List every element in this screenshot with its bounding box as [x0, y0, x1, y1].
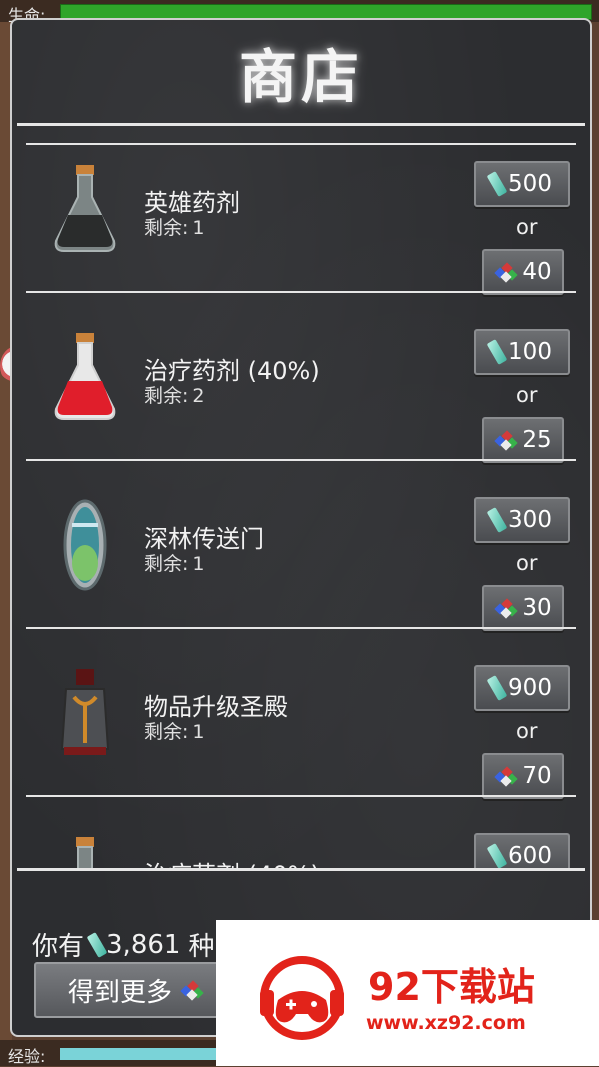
buy-crystal-button[interactable]: 300: [474, 497, 570, 543]
shop-item: 治疗药剂 (40%) 600: [12, 803, 590, 868]
gems-icon: [494, 766, 519, 787]
crystal-icon: [486, 339, 508, 365]
buy-gem-button[interactable]: 30: [482, 585, 564, 631]
buy-gem-button[interactable]: 70: [482, 753, 564, 799]
exp-bar: [60, 1048, 220, 1060]
black-potion-flask-icon: [54, 165, 116, 252]
gem-price: 25: [522, 427, 552, 453]
remaining-count: 2: [192, 385, 205, 407]
remaining-label: 剩余:: [144, 217, 189, 239]
buy-crystal-button[interactable]: 900: [474, 665, 570, 711]
item-remaining: 剩余: 1: [144, 717, 205, 744]
gems-icon: [180, 980, 204, 1001]
gem-price: 40: [522, 259, 552, 285]
watermark: 92下载站 www.xz92.com: [216, 920, 599, 1066]
or-label: or: [516, 215, 538, 239]
shop-item: 英雄药剂 剩余: 1 500 or 40: [12, 131, 590, 299]
or-label: or: [516, 383, 538, 407]
item-remaining: 剩余: 2: [144, 381, 205, 408]
gems-icon: [494, 598, 519, 619]
divider: [26, 459, 576, 461]
divider: [17, 868, 585, 871]
potion-flask-icon: [76, 837, 94, 868]
divider: [17, 123, 585, 126]
divider: [26, 795, 576, 797]
gems-icon: [494, 430, 519, 451]
remaining-count: 1: [192, 721, 205, 743]
shop-panel: 商店 英雄药剂 剩余: 1 500 or 40 治疗药剂 (40%) 剩余: 2…: [10, 18, 592, 1037]
buy-gem-button[interactable]: 40: [482, 249, 564, 295]
crystal-price: 900: [508, 675, 552, 701]
remaining-label: 剩余:: [144, 721, 189, 743]
gamepad-headset-logo-icon: [260, 956, 344, 1040]
gems-icon: [494, 262, 519, 283]
balance-prefix: 你有: [32, 932, 85, 962]
crystal-price: 300: [508, 507, 552, 533]
crystal-price: 500: [508, 171, 552, 197]
crystal-icon: [486, 843, 508, 868]
buy-gem-button[interactable]: 25: [482, 417, 564, 463]
watermark-title: 92下载站: [368, 965, 535, 1009]
divider: [26, 291, 576, 293]
shop-item: 治疗药剂 (40%) 剩余: 2 100 or 25: [12, 299, 590, 467]
shop-item: 物品升级圣殿 剩余: 1 900 or 70: [12, 635, 590, 803]
exp-label: 经验:: [8, 1047, 46, 1066]
balance-amount: 3,861: [106, 929, 181, 960]
or-label: or: [516, 719, 538, 743]
get-more-label: 得到更多: [68, 977, 173, 1008]
upgrade-shrine-icon: [60, 669, 110, 755]
remaining-count: 1: [192, 217, 205, 239]
buy-crystal-button[interactable]: 500: [474, 161, 570, 207]
buy-crystal-button[interactable]: 600: [474, 833, 570, 868]
item-remaining: 剩余: 1: [144, 549, 205, 576]
shop-title: 商店: [238, 43, 363, 111]
crystal-icon: [486, 507, 508, 533]
shop-item: 深林传送门 剩余: 1 300 or 30: [12, 467, 590, 635]
watermark-url: www.xz92.com: [366, 1012, 526, 1034]
crystal-icon: [486, 675, 508, 701]
crystal-price: 600: [508, 843, 552, 868]
gem-price: 70: [522, 763, 552, 789]
crystal-price: 100: [508, 339, 552, 365]
item-remaining: 剩余: 1: [144, 213, 205, 240]
item-name: 治疗药剂 (40%): [144, 855, 320, 868]
gem-price: 30: [522, 595, 552, 621]
crystal-icon: [86, 931, 108, 958]
crystal-icon: [486, 171, 508, 197]
forest-portal-icon: [63, 499, 107, 591]
remaining-label: 剩余:: [144, 553, 189, 575]
remaining-count: 1: [192, 553, 205, 575]
divider: [26, 143, 576, 145]
or-label: or: [516, 551, 538, 575]
divider: [26, 627, 576, 629]
balance-suffix: 种: [188, 932, 215, 962]
red-potion-flask-icon: [54, 333, 116, 420]
balance-text: 你有 3,861 种: [32, 926, 214, 963]
buy-crystal-button[interactable]: 100: [474, 329, 570, 375]
shop-item-list[interactable]: 英雄药剂 剩余: 1 500 or 40 治疗药剂 (40%) 剩余: 2 100 …: [12, 123, 590, 868]
remaining-label: 剩余:: [144, 385, 189, 407]
